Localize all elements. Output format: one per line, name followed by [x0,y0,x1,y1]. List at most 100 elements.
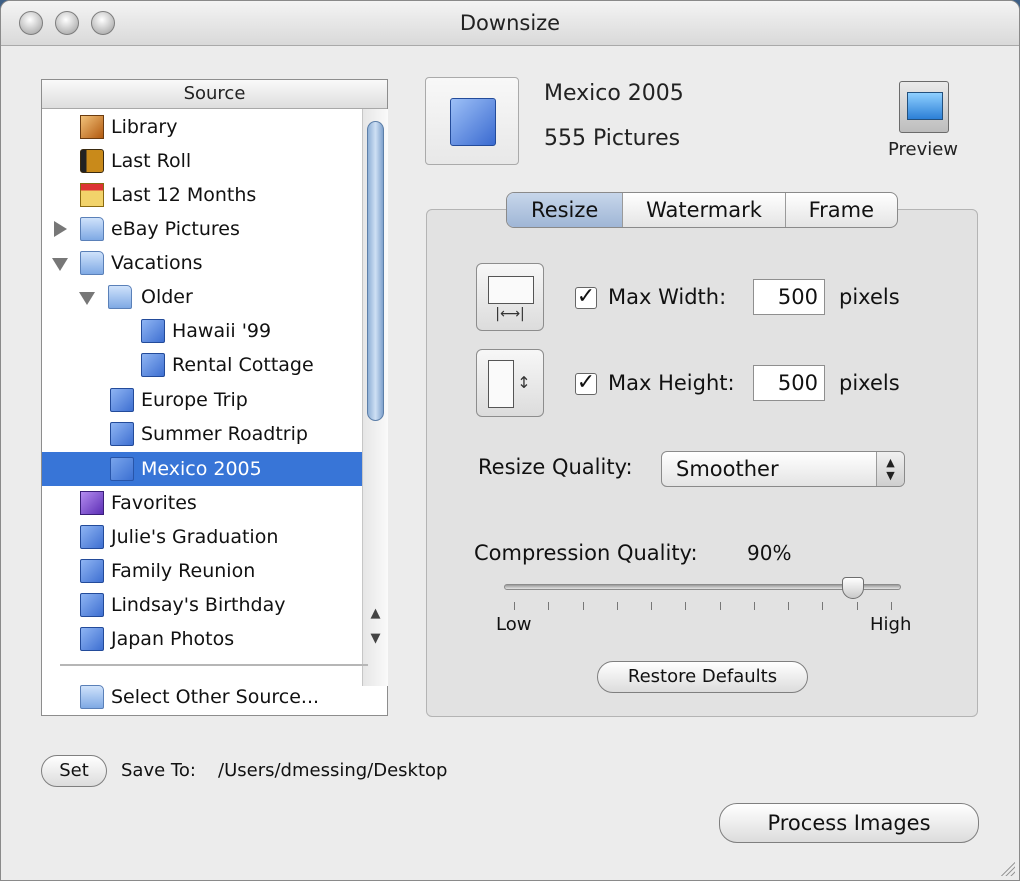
source-item-label: Library [111,116,178,138]
max-height-input[interactable]: 500 [753,365,825,401]
source-item-label: Hawaii '99 [172,320,272,342]
scroll-up-arrow-icon[interactable]: ▲ [363,602,388,626]
tab-bar: Resize Watermark Frame [506,192,898,228]
window-title: Downsize [459,11,561,35]
source-header: Source [42,80,387,109]
source-list: Source Library Last Roll Last 12 Months … [41,79,388,716]
save-path: /Users/dmessing/Desktop [218,760,448,781]
slider-tick [651,602,653,610]
album-name: Mexico 2005 [544,81,684,106]
max-height-label: Max Height: [608,371,735,395]
resize-quality-select[interactable]: Smoother ▲ ▼ [661,451,905,487]
preview-icon [899,81,949,133]
source-item-japan-photos[interactable]: Japan Photos [42,622,362,656]
set-button[interactable]: Set [41,755,107,787]
compression-quality-label: Compression Quality: [474,541,698,565]
source-item-lindsays-birthday[interactable]: Lindsay's Birthday [42,588,362,622]
slider-tick [753,602,755,610]
preview-button[interactable]: Preview [881,79,965,165]
source-item-label: Summer Roadtrip [141,423,308,445]
album-icon [80,627,104,651]
album-icon [80,559,104,583]
slider-tick [822,602,824,610]
source-item-favorites[interactable]: Favorites [42,486,362,520]
source-item-label: Mexico 2005 [141,458,262,480]
slider-tick [616,602,618,610]
source-item-label: Older [141,286,193,308]
source-item-summer-roadtrip[interactable]: Summer Roadtrip [42,417,362,451]
album-icon [110,457,134,481]
folder-icon [80,217,104,241]
source-item-label: Favorites [111,492,197,514]
source-item-family-reunion[interactable]: Family Reunion [42,554,362,588]
slider-tick [548,602,550,610]
slider-max-label: High [870,614,912,635]
resize-quality-label: Resize Quality: [478,455,633,479]
scrollbar-thumb[interactable] [367,121,384,421]
slider-tick [685,602,687,610]
source-item-hawaii-99[interactable]: Hawaii '99 [42,314,362,348]
resize-quality-value: Smoother [676,457,779,481]
source-item-last-roll[interactable]: Last Roll [42,144,362,178]
max-height-checkbox[interactable]: ✓ [575,372,597,395]
popup-arrows-icon: ▲ ▼ [876,452,904,486]
album-icon [141,353,165,377]
film-roll-icon [80,149,104,173]
restore-defaults-button[interactable]: Restore Defaults [597,661,808,693]
compression-quality-value: 90% [747,541,792,565]
album-icon [110,422,134,446]
disclosure-triangle-down-icon[interactable] [52,258,68,271]
source-item-rental-cottage[interactable]: Rental Cottage [42,348,362,382]
source-item-label: Family Reunion [111,560,256,582]
calendar-icon [80,183,104,207]
slider-tick [514,602,515,610]
slider-tick [891,602,892,610]
slider-tick [719,602,721,610]
source-item-label: Japan Photos [111,628,235,650]
tab-resize[interactable]: Resize [507,193,624,227]
folder-icon [80,685,104,709]
source-item-label: Julie's Graduation [111,526,279,548]
max-width-checkbox[interactable]: ✓ [575,286,597,309]
source-item-europe-trip[interactable]: Europe Trip [42,383,362,417]
scroll-down-arrow-icon[interactable]: ▼ [363,627,388,651]
disclosure-triangle-right-icon[interactable] [54,221,67,237]
process-images-button[interactable]: Process Images [719,803,979,843]
source-item-label: Last Roll [111,150,192,172]
album-icon [110,388,134,412]
slider-tick [788,602,790,610]
save-to-label: Save To: [121,760,196,781]
source-item-vacations[interactable]: Vacations [42,246,362,280]
preview-label: Preview [887,139,959,160]
smart-album-icon [80,491,104,515]
folder-icon [80,251,104,275]
source-item-label: Lindsay's Birthday [111,594,286,616]
source-item-last-12-months[interactable]: Last 12 Months [42,178,362,212]
slider-tick [856,602,858,610]
library-icon [80,115,104,139]
tab-frame[interactable]: Frame [786,193,897,227]
title-bar: Downsize [1,1,1019,46]
source-item-library[interactable]: Library [42,110,362,144]
album-picture-count: 555 Pictures [544,126,681,151]
disclosure-triangle-down-icon[interactable] [79,292,95,305]
source-item-older[interactable]: Older [42,280,362,314]
source-scrollbar[interactable]: ▲ ▼ [362,109,388,686]
source-item-ebay-pictures[interactable]: eBay Pictures [42,212,362,246]
slider-tick [582,602,584,610]
height-dimension-icon: ↕ [476,349,544,417]
resize-grip-icon[interactable] [999,860,1015,876]
source-item-label: eBay Pictures [111,218,240,240]
source-item-mexico-2005[interactable]: Mexico 2005 [42,452,362,486]
source-item-julies-graduation[interactable]: Julie's Graduation [42,520,362,554]
max-width-unit: pixels [839,285,900,309]
max-width-input[interactable]: 500 [753,279,825,315]
tab-watermark[interactable]: Watermark [623,193,786,227]
select-other-source-item[interactable]: Select Other Source... [42,680,382,714]
folder-icon [108,285,132,309]
album-icon [141,319,165,343]
width-dimension-icon: |⟷| [476,263,544,331]
max-height-unit: pixels [839,371,900,395]
max-width-label: Max Width: [608,285,727,309]
select-other-source-label: Select Other Source... [111,686,320,708]
